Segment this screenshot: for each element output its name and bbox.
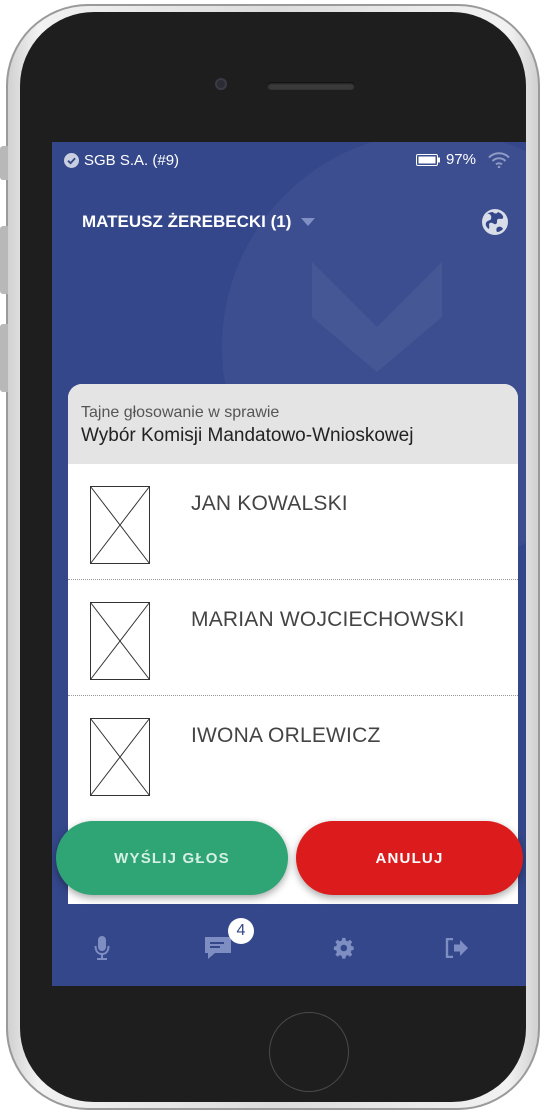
- candidate-checkbox[interactable]: [90, 718, 150, 796]
- logout-icon: [445, 938, 468, 958]
- gear-icon: [333, 937, 354, 959]
- battery-icon: [415, 153, 440, 166]
- user-selector[interactable]: MATEUSZ ŻEREBECKI (1): [82, 212, 316, 232]
- dialog-header: Tajne głosowanie w sprawie Wybór Komisji…: [68, 384, 518, 464]
- candidate-name: JAN KOWALSKI: [191, 492, 348, 515]
- battery-percent: 97%: [445, 151, 476, 168]
- candidate-row[interactable]: IWONA ORLEWICZ: [68, 696, 518, 812]
- candidate-checkbox[interactable]: [90, 486, 150, 564]
- earpiece-speaker: [267, 82, 355, 90]
- candidate-row[interactable]: MARIAN WOJCIECHOWSKI: [68, 580, 518, 696]
- phone-silent-switch: [0, 146, 8, 180]
- phone-volume-down: [0, 324, 8, 392]
- bottom-tab-bar: 4: [52, 910, 526, 986]
- wifi-icon: [488, 151, 510, 168]
- candidate-name: MARIAN WOJCIECHOWSKI: [191, 608, 465, 631]
- dialog-title: Wybór Komisji Mandatowo-Wnioskowej: [81, 425, 414, 446]
- send-vote-button[interactable]: WYŚLIJ GŁOS: [56, 821, 288, 895]
- tab-settings[interactable]: [324, 928, 364, 968]
- cancel-button[interactable]: ANULUJ: [296, 821, 523, 895]
- app-screen: SGB S.A. (#9) 97% MATEUSZ ŻEREBECKI (1): [52, 142, 526, 986]
- dialog-subtitle: Tajne głosowanie w sprawie: [81, 404, 280, 421]
- battery-wifi: 97%: [415, 151, 510, 168]
- messages-badge: 4: [228, 918, 254, 944]
- chat-icon: [205, 937, 231, 959]
- candidate-row[interactable]: JAN KOWALSKI: [68, 464, 518, 580]
- tab-microphone[interactable]: [82, 928, 122, 968]
- tab-logout[interactable]: [437, 928, 477, 968]
- user-name: MATEUSZ ŻEREBECKI (1): [82, 212, 292, 231]
- candidate-checkbox[interactable]: [90, 602, 150, 680]
- globe-icon[interactable]: [481, 208, 509, 236]
- status-bar: SGB S.A. (#9) 97%: [52, 142, 526, 180]
- microphone-icon: [94, 936, 110, 960]
- candidate-name: IWONA ORLEWICZ: [191, 724, 381, 747]
- carrier-info: SGB S.A. (#9): [64, 152, 179, 169]
- phone-volume-up: [0, 226, 8, 294]
- front-camera: [215, 78, 227, 90]
- home-button[interactable]: [269, 1012, 349, 1092]
- background-check-watermark: [312, 262, 442, 372]
- carrier-name: SGB S.A. (#9): [84, 152, 180, 169]
- check-circle-icon: [64, 153, 79, 168]
- dropdown-caret-icon: [301, 218, 316, 226]
